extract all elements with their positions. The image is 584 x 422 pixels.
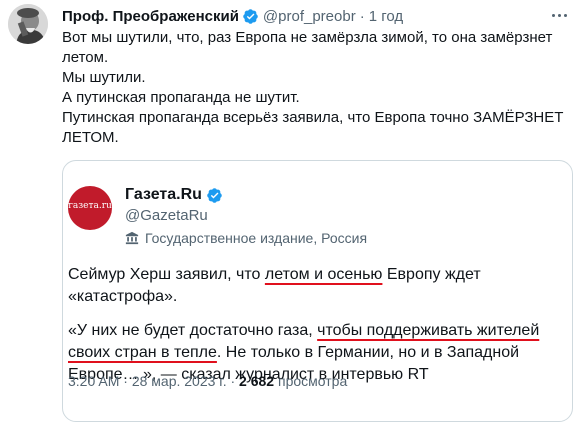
separator-dot: · [230,373,236,389]
verified-badge-icon [207,187,222,203]
tweet-text: Вот мы шутили, что, раз Европа не замёрз… [62,28,572,148]
quoted-meta: 3:20 AM · 28 мар. 2023 г. · 2 682 просмо… [68,373,347,389]
portrait-photo [8,4,48,44]
quoted-text-run: «У них не будет достаточно газа, [68,322,318,339]
quoted-handle[interactable]: @GazetaRu [125,207,208,224]
building-icon [125,231,139,245]
quoted-avatar[interactable]: газета.ru [68,186,112,230]
separator-dot: · [359,7,365,25]
quoted-paragraph: Сеймур Херш заявил, что летом и осенью Е… [68,264,568,308]
tweet-line: Путинская пропаганда всерьёз заявила, чт… [62,109,564,146]
quoted-date[interactable]: 28 мар. 2023 г. [132,373,227,389]
quoted-text-run: Сеймур Херш заявил, что [68,266,265,283]
views-label: просмотра [277,373,348,389]
avatar[interactable] [8,4,48,44]
quoted-text: Сеймур Херш заявил, что летом и осенью Е… [68,264,568,386]
state-affiliation-label: Государственное издание, Россия [125,229,367,247]
underlined-phrase: летом и осенью [264,266,383,283]
quoted-display-name[interactable]: Газета.Ru [125,186,202,204]
more-dot [557,13,561,17]
handle[interactable]: @prof_preobr [263,8,356,25]
more-horizontal-icon[interactable] [548,6,570,24]
quoted-avatar-logo: газета.ru [68,201,112,211]
display-name[interactable]: Проф. Преображенский [62,8,239,25]
timestamp[interactable]: 1 год [369,8,403,25]
verified-badge-icon [243,8,258,24]
tweet-line: Вот мы шутили, что, раз Европа не замёрз… [62,29,553,66]
views-count: 2 682 [239,373,275,389]
tweet-line: А путинская пропаганда не шутит. [62,89,300,106]
tweet-header: Проф. Преображенский @prof_preobr · 1 го… [62,6,403,26]
quoted-time[interactable]: 3:20 AM [68,373,119,389]
more-dot [563,13,567,17]
tweet: Проф. Преображенский @prof_preobr · 1 го… [0,0,584,422]
tweet-line: Мы шутили. [62,69,146,86]
state-affiliation-text: Государственное издание, Россия [145,230,368,246]
more-dot [551,13,555,17]
separator-dot: · [123,373,128,389]
quoted-tweet[interactable]: газета.ru Газета.Ru @GazetaRu Государств… [62,160,573,422]
quoted-header: Газета.Ru [125,185,223,205]
